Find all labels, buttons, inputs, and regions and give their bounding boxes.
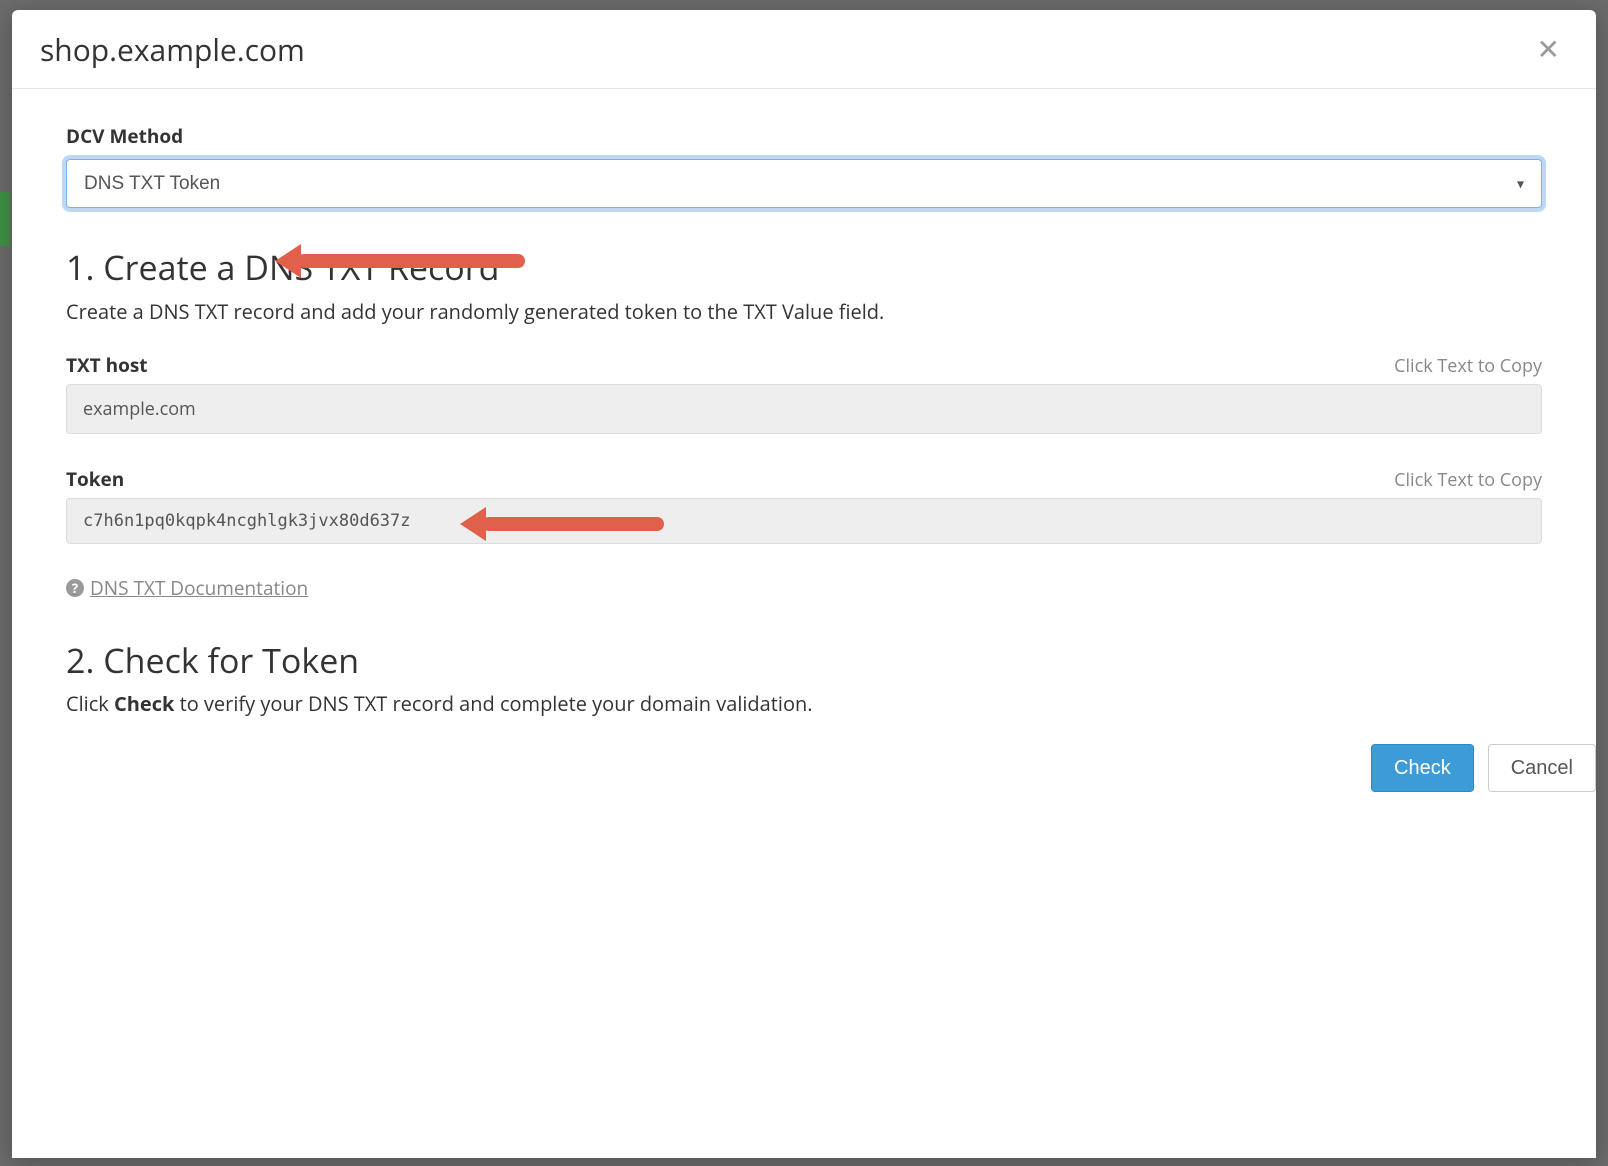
step2-desc-post: to verify your DNS TXT record and comple… (174, 690, 812, 717)
txt-host-block: TXT host Click Text to Copy example.com (66, 352, 1542, 434)
help-icon: ? (66, 579, 84, 597)
modal-title: shop.example.com (40, 32, 305, 68)
dcv-method-select-wrap: DNS TXT Token ▾ (66, 159, 1542, 208)
cancel-button[interactable]: Cancel (1488, 744, 1596, 792)
close-button[interactable]: ✕ (1533, 36, 1564, 64)
dcv-modal: shop.example.com ✕ DCV Method DNS TXT To… (12, 10, 1596, 1158)
step1-heading: 1. Create a DNS TXT Record (66, 246, 1542, 289)
txt-host-value[interactable]: example.com (66, 384, 1542, 434)
close-icon: ✕ (1537, 34, 1560, 65)
txt-host-label: TXT host (66, 352, 148, 378)
dns-txt-documentation-link[interactable]: ? DNS TXT Documentation (66, 575, 308, 601)
dns-txt-documentation-label: DNS TXT Documentation (90, 575, 308, 601)
txt-host-copy-hint[interactable]: Click Text to Copy (1394, 354, 1542, 378)
step2-description: Click Check to verify your DNS TXT recor… (66, 689, 1542, 718)
background-green-sliver (0, 192, 10, 246)
dcv-method-select[interactable]: DNS TXT Token (66, 159, 1542, 208)
token-label: Token (66, 466, 124, 492)
step2-heading: 2. Check for Token (66, 639, 1542, 682)
step2-desc-pre: Click (66, 690, 114, 717)
token-copy-hint[interactable]: Click Text to Copy (1394, 468, 1542, 492)
modal-body: DCV Method DNS TXT Token ▾ 1. Create a D… (12, 89, 1596, 718)
modal-header: shop.example.com ✕ (12, 10, 1596, 89)
check-button[interactable]: Check (1371, 744, 1474, 792)
token-block: Token Click Text to Copy c7h6n1pq0kqpk4n… (66, 466, 1542, 544)
step1-description: Create a DNS TXT record and add your ran… (66, 297, 1542, 326)
step2-desc-strong: Check (114, 690, 174, 717)
token-value[interactable]: c7h6n1pq0kqpk4ncghlgk3jvx80d637z (66, 498, 1542, 544)
dcv-method-label: DCV Method (66, 123, 1542, 149)
modal-footer: Check Cancel (12, 744, 1596, 792)
